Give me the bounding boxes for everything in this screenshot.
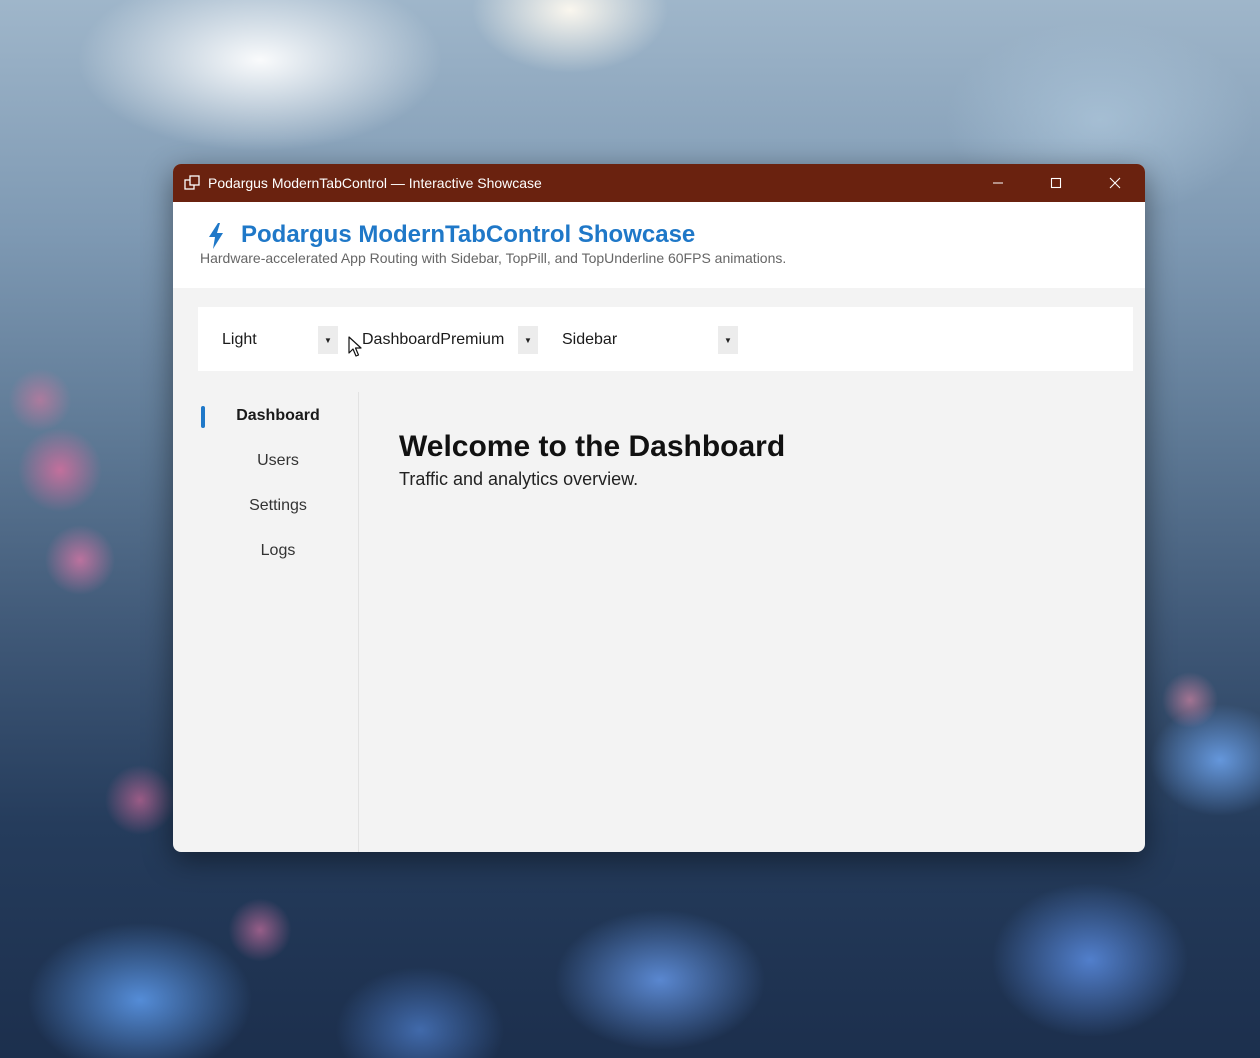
sidebar-item-users[interactable]: Users	[198, 443, 358, 479]
app-window: Podargus ModernTabControl — Interactive …	[173, 164, 1145, 852]
active-tab-indicator	[201, 406, 205, 428]
mouse-cursor-icon	[348, 336, 362, 357]
sidebar-item-label: Users	[257, 452, 299, 469]
maximize-button[interactable]	[1027, 164, 1085, 202]
sidebar-item-settings[interactable]: Settings	[198, 488, 358, 524]
theme-select-value: Light	[222, 331, 257, 348]
sidebar-item-label: Dashboard	[236, 407, 320, 424]
page-header: Podargus ModernTabControl Showcase Hardw…	[173, 202, 1145, 288]
chevron-down-icon[interactable]: ▼	[318, 326, 338, 354]
style-select[interactable]: Sidebar ▼	[562, 326, 738, 354]
sidebar-nav: Dashboard Users Settings Logs	[198, 392, 359, 852]
window-content: Podargus ModernTabControl Showcase Hardw…	[173, 202, 1145, 852]
content-subheading: Traffic and analytics overview.	[399, 469, 639, 489]
options-toolbar: Light ▼ DashboardPremium ▼ Sidebar ▼	[198, 307, 1133, 371]
style-select-value: Sidebar	[562, 331, 618, 348]
minimize-button[interactable]	[969, 164, 1027, 202]
bolt-icon	[209, 223, 223, 249]
main-content: Welcome to the Dashboard Traffic and ana…	[359, 392, 1145, 852]
content-heading: Welcome to the Dashboard	[399, 430, 786, 463]
chevron-down-icon[interactable]: ▼	[518, 326, 538, 354]
close-button[interactable]	[1086, 164, 1144, 202]
page-subtitle: Hardware-accelerated App Routing with Si…	[200, 250, 787, 266]
sidebar-item-dashboard[interactable]: Dashboard	[198, 398, 358, 434]
maximize-icon	[1050, 177, 1062, 189]
sidebar-item-label: Logs	[260, 542, 296, 559]
sidebar-item-label: Settings	[249, 497, 307, 514]
title-bar[interactable]: Podargus ModernTabControl — Interactive …	[173, 164, 1145, 202]
theme-select[interactable]: Light ▼	[222, 326, 338, 354]
preset-select-value: DashboardPremium	[362, 331, 505, 348]
preset-select[interactable]: DashboardPremium ▼	[362, 326, 538, 354]
close-icon	[1109, 177, 1121, 189]
minimize-icon	[993, 182, 1003, 184]
page-title: Podargus ModernTabControl Showcase	[241, 221, 696, 248]
sidebar-item-logs[interactable]: Logs	[198, 533, 358, 569]
app-icon	[184, 175, 200, 190]
window-title: Podargus ModernTabControl — Interactive …	[208, 175, 542, 191]
chevron-down-icon[interactable]: ▼	[718, 326, 738, 354]
